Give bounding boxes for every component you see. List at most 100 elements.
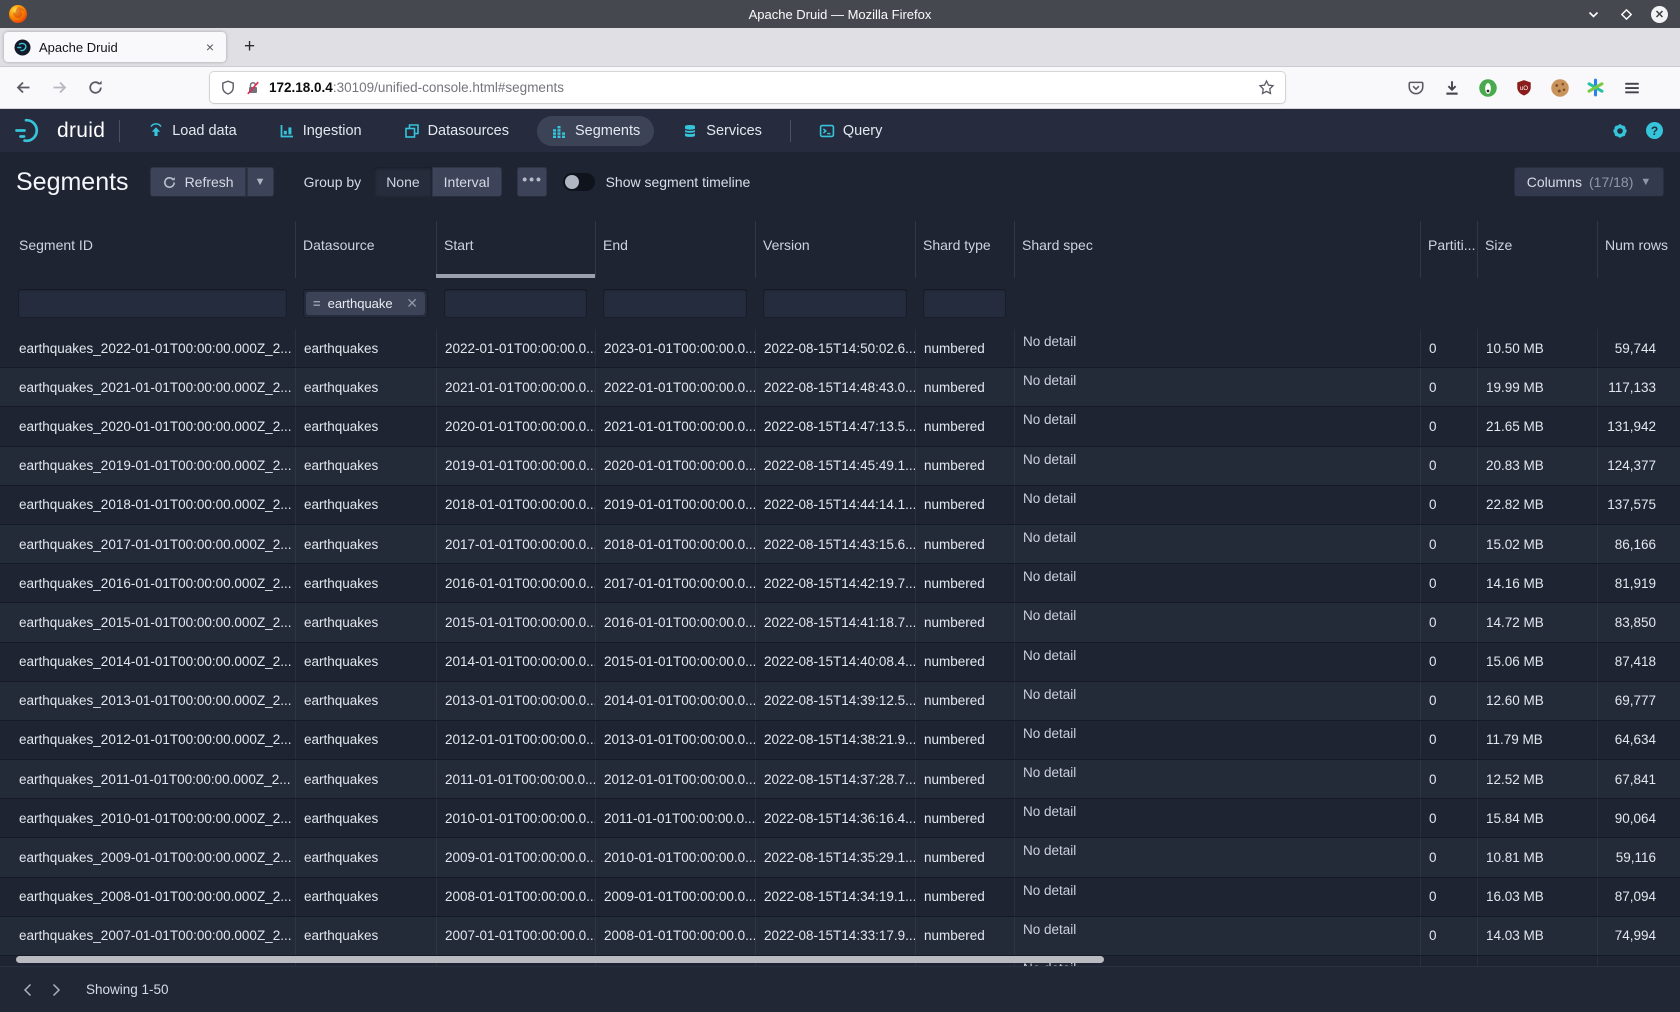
cell-end[interactable]: 2010-01-01T00:00:00.0...: [595, 838, 755, 876]
cell-num-rows[interactable]: 117,133: [1597, 368, 1680, 406]
cell-end[interactable]: 2018-01-01T00:00:00.0...: [595, 525, 755, 563]
cell-shard-type[interactable]: numbered: [915, 368, 1014, 406]
cell-shard-spec[interactable]: No detail: [1014, 799, 1420, 837]
cell-segment-id[interactable]: earthquakes_2019-01-01T00:00:00.000Z_2..…: [0, 447, 295, 485]
more-options-button[interactable]: •••: [517, 167, 547, 197]
cell-size[interactable]: 20.83 MB: [1477, 447, 1597, 485]
cell-num-rows[interactable]: 137,575: [1597, 486, 1680, 524]
cell-shard-spec[interactable]: No detail: [1014, 564, 1420, 602]
minimize-button[interactable]: [1585, 6, 1601, 22]
cell-shard-spec[interactable]: No detail: [1014, 760, 1420, 798]
table-row[interactable]: earthquakes_2022-01-01T00:00:00.000Z_2..…: [0, 329, 1680, 368]
cell-shard-type[interactable]: numbered: [915, 407, 1014, 445]
cell-end[interactable]: 2019-01-01T00:00:00.0...: [595, 486, 755, 524]
cell-shard-spec[interactable]: No detail: [1014, 682, 1420, 720]
column-header-version[interactable]: Version: [755, 212, 915, 278]
group-by-interval-button[interactable]: Interval: [432, 167, 502, 197]
settings-gear-icon[interactable]: [1611, 122, 1629, 140]
cell-segment-id[interactable]: earthquakes_2015-01-01T00:00:00.000Z_2..…: [0, 603, 295, 641]
cell-start[interactable]: 2015-01-01T00:00:00.0...: [436, 603, 595, 641]
nav-item-services[interactable]: Services: [668, 116, 776, 146]
cell-end[interactable]: 2017-01-01T00:00:00.0...: [595, 564, 755, 602]
cell-shard-spec[interactable]: No detail: [1014, 643, 1420, 681]
table-row[interactable]: earthquakes_2013-01-01T00:00:00.000Z_2..…: [0, 682, 1680, 721]
cell-start[interactable]: 2007-01-01T00:00:00.0...: [436, 917, 595, 955]
cell-end[interactable]: 2011-01-01T00:00:00.0...: [595, 799, 755, 837]
cell-datasource[interactable]: earthquakes: [295, 682, 436, 720]
cell-num-rows[interactable]: 59,116: [1597, 838, 1680, 876]
cell-shard-type[interactable]: numbered: [915, 878, 1014, 916]
tab-close-icon[interactable]: ×: [202, 39, 218, 55]
cell-datasource[interactable]: earthquakes: [295, 407, 436, 445]
refresh-button[interactable]: Refresh: [150, 167, 246, 197]
cell-shard-spec[interactable]: No detail: [1014, 486, 1420, 524]
next-page-button[interactable]: [42, 976, 70, 1004]
nav-item-query[interactable]: Query: [805, 116, 897, 146]
cell-segment-id[interactable]: earthquakes_2022-01-01T00:00:00.000Z_2..…: [0, 329, 295, 367]
cell-shard-type[interactable]: numbered: [915, 682, 1014, 720]
table-row[interactable]: earthquakes_2009-01-01T00:00:00.000Z_2..…: [0, 838, 1680, 877]
new-tab-button[interactable]: +: [238, 36, 261, 58]
cell-version[interactable]: 2022-08-15T14:39:12.5...: [755, 682, 915, 720]
cell-partition[interactable]: 0: [1420, 603, 1477, 641]
cell-datasource[interactable]: earthquakes: [295, 329, 436, 367]
column-header-start[interactable]: Start: [436, 212, 595, 278]
cell-datasource[interactable]: earthquakes: [295, 799, 436, 837]
cell-segment-id[interactable]: earthquakes_2017-01-01T00:00:00.000Z_2..…: [0, 525, 295, 563]
ublock-origin-extension-icon[interactable]: uO: [1511, 75, 1536, 100]
cell-num-rows[interactable]: 64,634: [1597, 721, 1680, 759]
cell-segment-id[interactable]: earthquakes_2010-01-01T00:00:00.000Z_2..…: [0, 799, 295, 837]
cell-segment-id[interactable]: earthquakes_2020-01-01T00:00:00.000Z_2..…: [0, 407, 295, 445]
cell-end[interactable]: 2022-01-01T00:00:00.0...: [595, 368, 755, 406]
privacy-badger-extension-icon[interactable]: [1475, 75, 1500, 100]
help-icon[interactable]: ?: [1646, 122, 1663, 139]
segment-timeline-toggle[interactable]: [563, 173, 595, 191]
cell-end[interactable]: 2009-01-01T00:00:00.0...: [595, 878, 755, 916]
cell-size[interactable]: 14.72 MB: [1477, 603, 1597, 641]
cell-partition[interactable]: 0: [1420, 368, 1477, 406]
cell-num-rows[interactable]: 86,166: [1597, 525, 1680, 563]
cell-start[interactable]: 2017-01-01T00:00:00.0...: [436, 525, 595, 563]
cell-version[interactable]: 2022-08-15T14:35:29.1...: [755, 838, 915, 876]
remove-filter-icon[interactable]: ✕: [406, 295, 418, 312]
cell-segment-id[interactable]: earthquakes_2009-01-01T00:00:00.000Z_2..…: [0, 838, 295, 876]
cell-partition[interactable]: 0: [1420, 564, 1477, 602]
cell-num-rows[interactable]: 74,994: [1597, 917, 1680, 955]
cell-end[interactable]: 2023-01-01T00:00:00.0...: [595, 329, 755, 367]
cell-shard-type[interactable]: numbered: [915, 799, 1014, 837]
maximize-button[interactable]: [1618, 6, 1634, 22]
cell-version[interactable]: 2022-08-15T14:45:49.1...: [755, 447, 915, 485]
column-header-end[interactable]: End: [595, 212, 755, 278]
cookie-extension-icon[interactable]: [1547, 75, 1572, 100]
cell-partition[interactable]: 0: [1420, 917, 1477, 955]
cell-shard-type[interactable]: numbered: [915, 760, 1014, 798]
cell-start[interactable]: 2011-01-01T00:00:00.0...: [436, 760, 595, 798]
cell-segment-id[interactable]: earthquakes_2012-01-01T00:00:00.000Z_2..…: [0, 721, 295, 759]
cell-num-rows[interactable]: [1597, 956, 1680, 966]
cell-datasource[interactable]: earthquakes: [295, 878, 436, 916]
cell-segment-id[interactable]: earthquakes_2018-01-01T00:00:00.000Z_2..…: [0, 486, 295, 524]
nav-item-datasources[interactable]: Datasources: [390, 116, 523, 146]
cell-partition[interactable]: 0: [1420, 329, 1477, 367]
table-row[interactable]: earthquakes_2017-01-01T00:00:00.000Z_2..…: [0, 525, 1680, 564]
cell-datasource[interactable]: earthquakes: [295, 721, 436, 759]
cell-num-rows[interactable]: 87,094: [1597, 878, 1680, 916]
cell-num-rows[interactable]: 87,418: [1597, 643, 1680, 681]
cell-segment-id[interactable]: earthquakes_2007-01-01T00:00:00.000Z_2..…: [0, 917, 295, 955]
cell-datasource[interactable]: earthquakes: [295, 368, 436, 406]
cell-shard-type[interactable]: numbered: [915, 486, 1014, 524]
table-row[interactable]: earthquakes_2016-01-01T00:00:00.000Z_2..…: [0, 564, 1680, 603]
table-row[interactable]: earthquakes_2012-01-01T00:00:00.000Z_2..…: [0, 721, 1680, 760]
cell-size[interactable]: 11.79 MB: [1477, 721, 1597, 759]
insecure-lock-icon[interactable]: [245, 80, 261, 96]
column-header-num-rows[interactable]: Num rows: [1597, 212, 1680, 278]
cell-version[interactable]: 2022-08-15T14:43:15.6...: [755, 525, 915, 563]
cell-size[interactable]: 15.06 MB: [1477, 643, 1597, 681]
cell-version[interactable]: 2022-08-15T14:41:18.7...: [755, 603, 915, 641]
table-row[interactable]: earthquakes_2014-01-01T00:00:00.000Z_2..…: [0, 643, 1680, 682]
cell-partition[interactable]: 0: [1420, 447, 1477, 485]
cell-start[interactable]: 2019-01-01T00:00:00.0...: [436, 447, 595, 485]
table-row[interactable]: earthquakes_2011-01-01T00:00:00.000Z_2..…: [0, 760, 1680, 799]
cell-version[interactable]: 2022-08-15T14:37:28.7...: [755, 760, 915, 798]
cell-size[interactable]: 14.16 MB: [1477, 564, 1597, 602]
